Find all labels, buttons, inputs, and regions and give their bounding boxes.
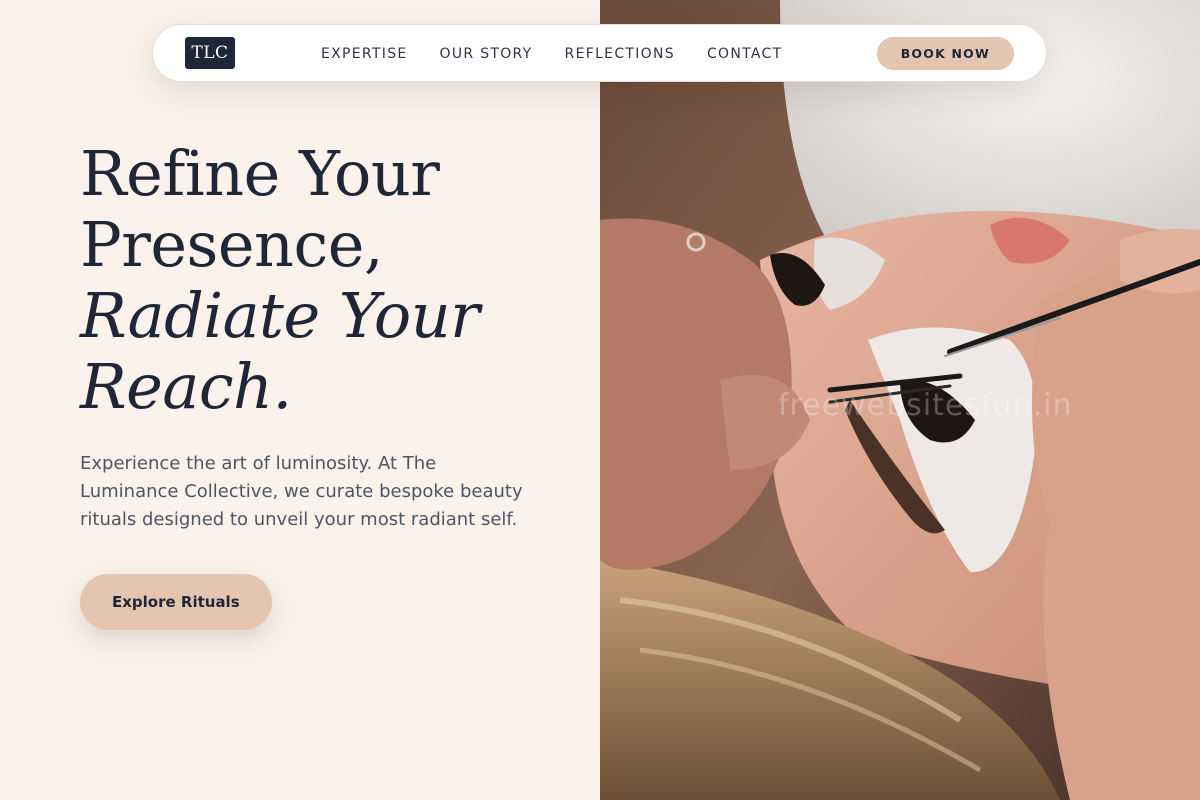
hero-description: Experience the art of luminosity. At The… <box>80 453 523 530</box>
brand-logo[interactable]: TLC <box>185 37 235 69</box>
nav-link-expertise[interactable]: EXPERTISE <box>321 46 408 62</box>
nav-link-reflections[interactable]: REFLECTIONS <box>565 46 675 62</box>
hero-section: Refine Your Presence, Radiate Your Reach… <box>80 138 560 630</box>
book-now-button[interactable]: BOOK NOW <box>876 37 1014 70</box>
hero-title-line-2: Presence, <box>80 208 384 281</box>
nav-link-contact[interactable]: CONTACT <box>707 46 783 62</box>
watermark-text: freewebsitesfun.in <box>778 388 1073 423</box>
hero-photo: freewebsitesfun.in <box>600 0 1200 800</box>
hero-title-line-4: Reach. <box>80 350 292 423</box>
top-navbar: TLC EXPERTISE OUR STORY REFLECTIONS CONT… <box>152 24 1047 82</box>
hero-title-line-3: Radiate Your <box>80 279 480 352</box>
explore-rituals-button[interactable]: Explore Rituals <box>80 574 272 630</box>
nav-link-our-story[interactable]: OUR STORY <box>440 46 533 62</box>
nav-links: EXPERTISE OUR STORY REFLECTIONS CONTACT <box>321 25 782 83</box>
hero-title-line-1: Refine Your <box>80 137 440 210</box>
hero-title: Refine Your Presence, Radiate Your Reach… <box>80 138 560 422</box>
